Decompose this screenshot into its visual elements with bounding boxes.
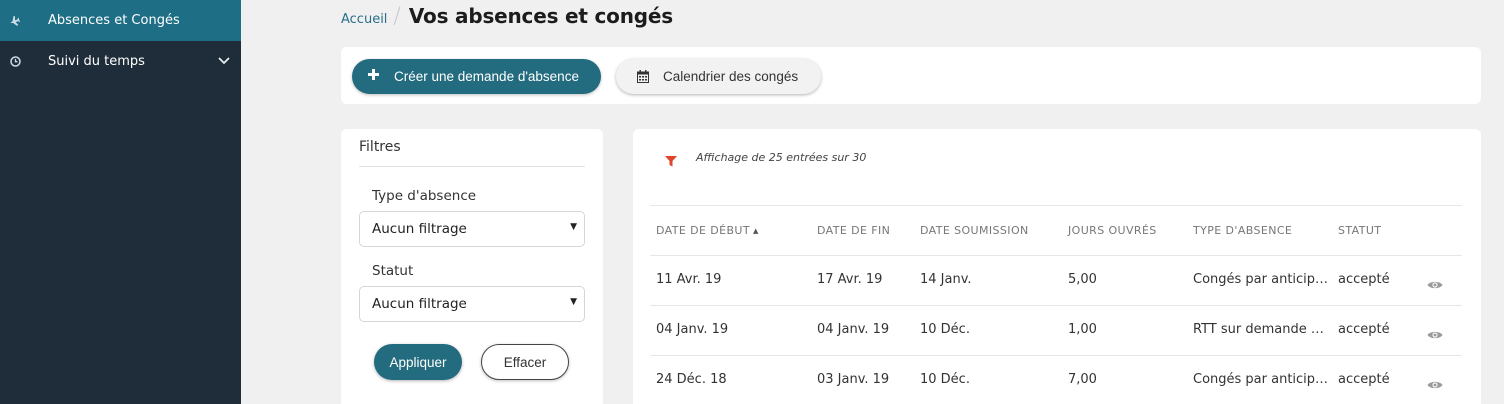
divider xyxy=(650,305,1462,306)
sidebar: Absences et Congés Suivi du temps xyxy=(0,0,241,404)
cell-absence-type: Congés par anticip… xyxy=(1193,272,1329,287)
breadcrumb: Accueil / Vos absences et congés xyxy=(341,4,673,29)
caret-down-icon: ▼ xyxy=(570,222,577,232)
cell-end-date: 03 Janv. 19 xyxy=(817,372,890,387)
divider xyxy=(359,166,585,167)
cell-status: accepté xyxy=(1338,372,1390,387)
cell-absence-type: RTT sur demande … xyxy=(1193,322,1324,337)
divider xyxy=(650,355,1462,356)
column-header-status[interactable]: STATUT xyxy=(1338,224,1381,237)
divider xyxy=(650,255,1462,256)
plus-icon xyxy=(368,68,379,80)
entries-summary: Affichage de 25 entrées sur 30 xyxy=(696,151,867,164)
absence-type-select[interactable]: Aucun filtrage ▼ xyxy=(359,211,585,247)
cell-status: accepté xyxy=(1338,272,1390,287)
column-header-absence-type[interactable]: TYPE D'ABSENCE xyxy=(1193,224,1292,237)
cell-start-date: 24 Déc. 18 xyxy=(656,372,727,387)
leave-calendar-label: Calendrier des congés xyxy=(663,69,799,84)
cell-start-date: 11 Avr. 19 xyxy=(656,272,722,287)
cell-working-days: 5,00 xyxy=(1068,272,1097,287)
status-label: Statut xyxy=(372,263,414,279)
column-header-end-date[interactable]: DATE DE FIN xyxy=(817,224,890,237)
sidebar-item-label: Absences et Congés xyxy=(48,13,180,28)
cell-absence-type: Congés par anticip… xyxy=(1193,372,1329,387)
breadcrumb-home-link[interactable]: Accueil xyxy=(341,12,387,27)
create-absence-request-label: Créer une demande d'absence xyxy=(394,69,579,84)
filter-icon xyxy=(665,152,677,171)
view-eye-icon[interactable] xyxy=(1427,375,1443,389)
view-eye-icon[interactable] xyxy=(1427,325,1443,339)
cell-end-date: 04 Janv. 19 xyxy=(817,322,890,337)
chevron-down-icon[interactable] xyxy=(218,54,230,69)
cell-start-date: 04 Janv. 19 xyxy=(656,322,729,337)
sidebar-item-absences[interactable]: Absences et Congés xyxy=(0,0,241,41)
absences-list-panel: Affichage de 25 entrées sur 30 DATE DE D… xyxy=(633,129,1481,404)
cell-submission-date: 14 Janv. xyxy=(920,272,972,287)
column-header-label: DATE DE FIN xyxy=(817,224,891,237)
column-header-label: DATE DE DÉBUT xyxy=(656,224,750,237)
cell-status: accepté xyxy=(1338,322,1390,337)
sort-asc-icon: ▲ xyxy=(752,227,759,235)
status-value: Aucun filtrage xyxy=(372,296,467,312)
cell-submission-date: 10 Déc. xyxy=(920,322,970,337)
status-select[interactable]: Aucun filtrage ▼ xyxy=(359,286,585,322)
cell-working-days: 1,00 xyxy=(1068,322,1097,337)
sidebar-item-suivi-du-temps[interactable]: Suivi du temps xyxy=(0,41,241,82)
filters-title: Filtres xyxy=(359,139,401,155)
caret-down-icon: ▼ xyxy=(570,297,577,307)
absence-type-label: Type d'absence xyxy=(372,188,477,204)
breadcrumb-separator: / xyxy=(393,4,401,29)
filters-panel: Filtres Type d'absence Aucun filtrage ▼ … xyxy=(341,129,603,404)
column-header-working-days[interactable]: JOURS OUVRÉS xyxy=(1068,224,1157,237)
clear-filters-button[interactable]: Effacer xyxy=(481,344,569,380)
divider xyxy=(650,205,1462,206)
column-header-label: DATE SOUMISSION xyxy=(920,224,1029,237)
cell-submission-date: 10 Déc. xyxy=(920,372,970,387)
absence-type-value: Aucun filtrage xyxy=(372,221,467,237)
action-bar: Créer une demande d'absence Calendrier d… xyxy=(341,47,1481,104)
plane-icon xyxy=(9,15,21,27)
view-eye-icon[interactable] xyxy=(1427,275,1443,289)
clock-icon xyxy=(9,56,21,68)
column-header-label: TYPE D'ABSENCE xyxy=(1193,224,1293,237)
apply-filters-button[interactable]: Appliquer xyxy=(374,344,462,380)
create-absence-request-button[interactable]: Créer une demande d'absence xyxy=(352,59,601,94)
column-header-label: JOURS OUVRÉS xyxy=(1068,224,1157,237)
column-header-submission-date[interactable]: DATE SOUMISSION xyxy=(920,224,1029,237)
column-header-label: STATUT xyxy=(1338,224,1382,237)
calendar-icon xyxy=(637,70,649,86)
sidebar-item-label: Suivi du temps xyxy=(48,54,145,69)
column-header-start-date[interactable]: DATE DE DÉBUT ▲ xyxy=(656,224,759,237)
cell-end-date: 17 Avr. 19 xyxy=(817,272,883,287)
leave-calendar-button[interactable]: Calendrier des congés xyxy=(616,59,821,94)
page-title: Vos absences et congés xyxy=(408,4,673,28)
cell-working-days: 7,00 xyxy=(1068,372,1097,387)
